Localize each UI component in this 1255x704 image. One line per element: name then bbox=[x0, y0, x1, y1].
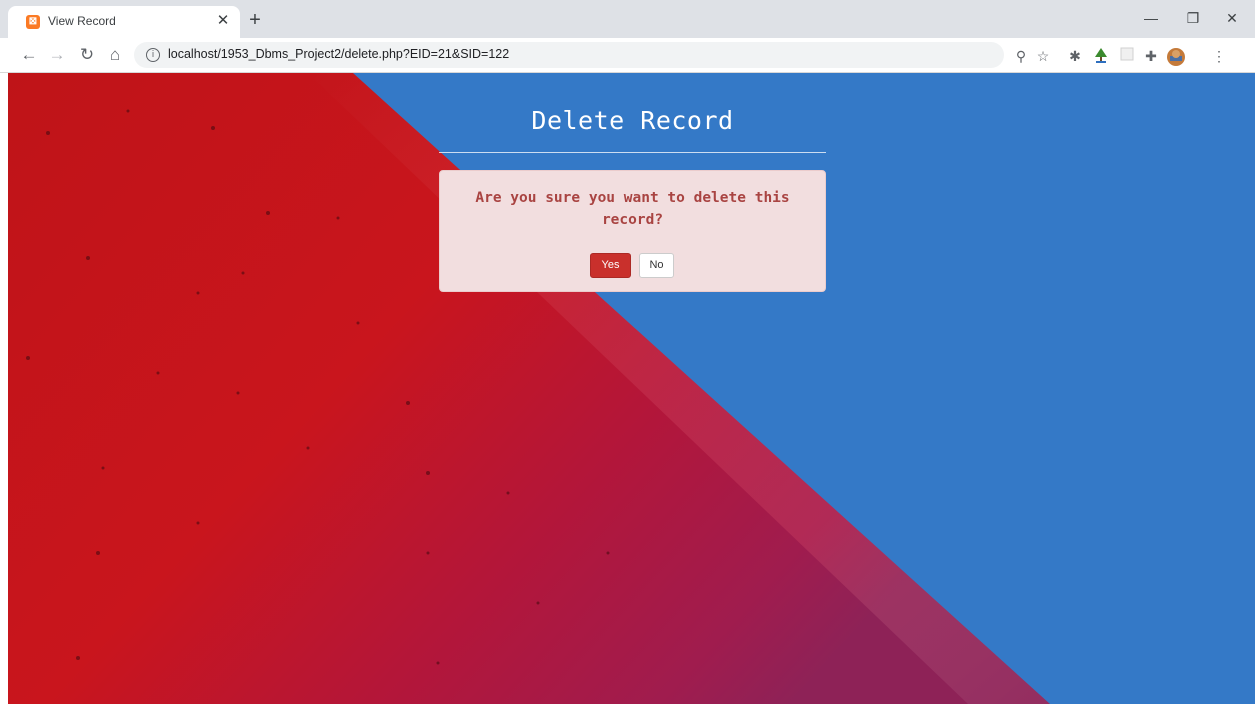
plus-icon[interactable]: + bbox=[244, 10, 266, 32]
page-viewport: Delete Record Are you sure you want to d… bbox=[8, 73, 1255, 704]
close-window-icon[interactable]: ✕ bbox=[1217, 6, 1247, 30]
zoom-icon[interactable]: ⚲ bbox=[1012, 47, 1030, 65]
home-icon[interactable]: ⌂ bbox=[104, 44, 126, 66]
address-bar[interactable]: i localhost/1953_Dbms_Project2/delete.ph… bbox=[134, 42, 1004, 68]
browser-tabstrip: ⊠ View Record ✕ + — ❐ ✕ bbox=[0, 0, 1255, 38]
url-text[interactable]: localhost/1953_Dbms_Project2/delete.php?… bbox=[168, 47, 509, 61]
xampp-favicon-icon: ⊠ bbox=[26, 15, 40, 29]
puzzle-extension-icon[interactable]: ✚ bbox=[1142, 47, 1160, 65]
browser-toolbar: ← → ↻ ⌂ i localhost/1953_Dbms_Project2/d… bbox=[0, 38, 1255, 73]
blank-extension-icon[interactable] bbox=[1118, 47, 1136, 65]
bug-extension-icon[interactable]: ✱ bbox=[1066, 47, 1084, 65]
alert-message: Are you sure you want to delete this rec… bbox=[475, 190, 790, 228]
back-arrow-icon[interactable]: ← bbox=[18, 44, 40, 66]
yes-button[interactable]: Yes bbox=[590, 253, 631, 278]
restore-icon[interactable]: ❐ bbox=[1178, 6, 1208, 30]
browser-tab[interactable]: ⊠ View Record ✕ bbox=[8, 6, 240, 38]
tab-title: View Record bbox=[48, 14, 116, 28]
tree-extension-icon[interactable] bbox=[1092, 47, 1110, 65]
avatar-icon[interactable] bbox=[1166, 47, 1185, 66]
reload-icon[interactable]: ↻ bbox=[76, 44, 98, 66]
info-icon[interactable]: i bbox=[146, 48, 160, 62]
no-button[interactable]: No bbox=[639, 253, 674, 278]
title-divider bbox=[439, 152, 826, 153]
page-title: Delete Record bbox=[531, 106, 734, 135]
background-image bbox=[8, 73, 1255, 704]
minimize-icon[interactable]: — bbox=[1136, 6, 1166, 30]
forward-arrow-icon[interactable]: → bbox=[46, 44, 68, 66]
more-vert-icon[interactable]: ⋮ bbox=[1210, 47, 1228, 65]
close-icon[interactable]: ✕ bbox=[214, 12, 232, 30]
delete-confirmation-alert: Are you sure you want to delete this rec… bbox=[439, 170, 826, 292]
star-icon[interactable]: ☆ bbox=[1034, 47, 1052, 65]
